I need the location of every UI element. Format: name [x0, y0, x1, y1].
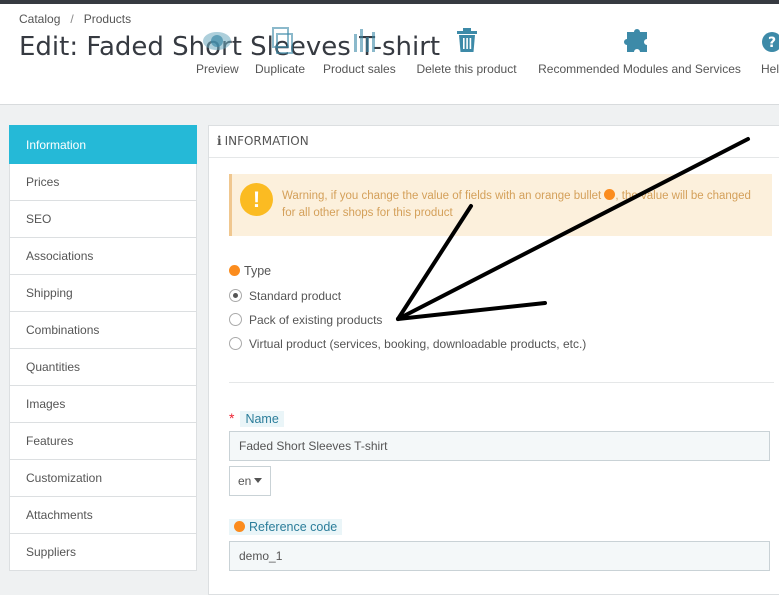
page-header: Catalog / Products Edit: Faded Short Sleev…	[0, 4, 779, 105]
warning-text-start: Warning, if you change the value of fiel…	[282, 190, 602, 202]
sidebar-item-associations[interactable]: Associations	[9, 238, 197, 275]
radio-button-checked[interactable]	[229, 289, 242, 302]
warning-alert: ! Warning, if you change the value of fi…	[229, 174, 772, 236]
reference-label: Reference code	[229, 519, 343, 535]
preview-label: Preview	[196, 62, 239, 76]
warning-text: Warning, if you change the value of fiel…	[282, 188, 762, 222]
puzzle-icon	[624, 29, 647, 52]
toolbar: Preview Duplicate Product sales Delete t…	[0, 26, 779, 86]
orange-bullet-icon	[229, 265, 240, 276]
name-label-text: Name	[240, 411, 284, 427]
reference-label-text: Reference code	[249, 520, 338, 534]
info-icon: i	[217, 134, 222, 148]
radio-label: Pack of existing products	[249, 313, 383, 327]
breadcrumb: Catalog / Products	[19, 12, 131, 26]
product-sales-button[interactable]: Product sales	[323, 26, 396, 76]
language-value: en	[238, 474, 252, 488]
sidebar-item-attachments[interactable]: Attachments	[9, 497, 197, 534]
sidebar-item-quantities[interactable]: Quantities	[9, 349, 197, 386]
radio-button[interactable]	[229, 313, 242, 326]
panel-heading: i INFORMATION	[209, 126, 779, 158]
breadcrumb-catalog[interactable]: Catalog	[19, 12, 60, 26]
help-button[interactable]: ? Hel	[761, 26, 779, 76]
panel-heading-text: INFORMATION	[224, 134, 309, 148]
type-label: Type	[229, 264, 271, 278]
help-icon: ?	[762, 32, 779, 52]
trash-icon	[457, 28, 477, 52]
svg-text:?: ?	[768, 35, 776, 51]
name-label: * Name	[229, 410, 284, 427]
orange-bullet-icon	[604, 189, 616, 200]
sidebar-item-customization[interactable]: Customization	[9, 460, 197, 497]
duplicate-label: Duplicate	[255, 62, 306, 76]
duplicate-button[interactable]: Duplicate	[255, 26, 305, 76]
sidebar-item-images[interactable]: Images	[9, 386, 197, 423]
radio-label: Standard product	[249, 289, 342, 303]
product-sales-label: Product sales	[323, 62, 396, 76]
orange-bullet-icon	[234, 521, 245, 532]
information-panel: i INFORMATION ! Warning, if you change th…	[208, 125, 779, 595]
divider	[229, 382, 774, 383]
recommended-modules-button[interactable]: Recommended Modules and Services	[535, 26, 744, 76]
radio-virtual-product[interactable]: Virtual product (services, booking, down…	[229, 337, 586, 351]
product-tabs-sidebar: Information Prices SEO Associations Ship…	[9, 125, 197, 571]
required-asterisk: *	[229, 410, 235, 426]
caret-down-icon	[254, 478, 263, 483]
breadcrumb-separator: /	[70, 12, 74, 26]
radio-button[interactable]	[229, 337, 242, 350]
sidebar-item-combinations[interactable]: Combinations	[9, 312, 197, 349]
eye-icon	[203, 32, 232, 50]
radio-pack-product[interactable]: Pack of existing products	[229, 313, 382, 327]
sidebar-item-suppliers[interactable]: Suppliers	[9, 534, 197, 571]
exclamation-icon: !	[240, 183, 273, 216]
radio-standard-product[interactable]: Standard product	[229, 289, 341, 303]
product-name-input[interactable]: Faded Short Sleeves T-shirt	[229, 431, 770, 461]
sidebar-item-features[interactable]: Features	[9, 423, 197, 460]
delete-product-button[interactable]: Delete this product	[413, 26, 520, 76]
bar-chart-icon	[354, 29, 376, 52]
sidebar-item-information[interactable]: Information	[9, 125, 197, 164]
sidebar-item-prices[interactable]: Prices	[9, 164, 197, 201]
language-dropdown[interactable]: en	[229, 466, 271, 496]
radio-label: Virtual product (services, booking, down…	[249, 337, 587, 351]
breadcrumb-products[interactable]: Products	[84, 12, 131, 26]
recommended-modules-label: Recommended Modules and Services	[538, 62, 741, 76]
sidebar-item-shipping[interactable]: Shipping	[9, 275, 197, 312]
delete-product-label: Delete this product	[416, 62, 517, 76]
help-label: Hel	[761, 62, 779, 76]
type-label-text: Type	[244, 264, 272, 278]
preview-button[interactable]: Preview	[196, 26, 239, 76]
reference-chip: Reference code	[229, 519, 343, 535]
copy-icon	[272, 27, 294, 54]
reference-code-input[interactable]: demo_1	[229, 541, 770, 571]
sidebar-item-seo[interactable]: SEO	[9, 201, 197, 238]
